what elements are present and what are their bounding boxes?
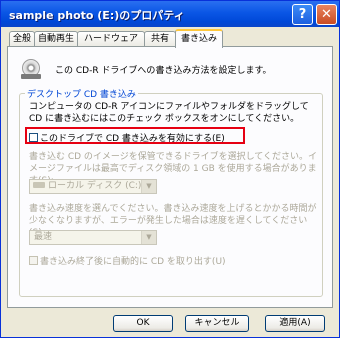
tab-hardware[interactable]: ハードウェア xyxy=(77,31,145,46)
write-speed-select-value: 最速 xyxy=(34,232,53,242)
chevron-down-icon[interactable]: ▼ xyxy=(141,231,156,244)
highlight-frame xyxy=(25,127,245,144)
window-title: sample photo (E:)のプロパティ xyxy=(9,9,185,22)
write-speed-select[interactable]: 最速 ▼ xyxy=(29,230,157,245)
auto-eject-checkbox[interactable] xyxy=(29,256,38,265)
image-drive-select-value: ローカル ディスク (C:) xyxy=(48,181,142,191)
close-button[interactable]: ✕ xyxy=(316,4,337,25)
apply-button[interactable]: 適用(A) xyxy=(265,315,325,332)
auto-eject-checkbox-row[interactable]: 書き込み終了後に自動的に CD を取り出す(U) xyxy=(29,254,226,267)
cancel-button[interactable]: キャンセル xyxy=(185,315,249,332)
properties-dialog: sample photo (E:)のプロパティ ? ✕ 全般 自動再生 ハードウ… xyxy=(0,0,340,338)
cd-drive-base-icon xyxy=(21,74,41,79)
local-disk-icon xyxy=(33,182,45,188)
ok-button[interactable]: OK xyxy=(113,315,173,332)
tab-autoplay[interactable]: 自動再生 xyxy=(34,31,78,46)
chevron-down-icon[interactable]: ▼ xyxy=(141,180,156,193)
group-description: コンピュータの CD-R アイコンにファイルやフォルダをドラッグして CD に書… xyxy=(29,102,309,124)
group-label: デスクトップ CD 書き込み xyxy=(25,87,138,100)
tab-recording[interactable]: 書き込み xyxy=(175,29,223,48)
intro-text: この CD-R ドライブへの書き込み方法を設定します。 xyxy=(55,66,272,76)
auto-eject-label[interactable]: 書き込み終了後に自動的に CD を取り出す(U) xyxy=(40,257,226,267)
tab-sharing[interactable]: 共有 xyxy=(144,31,176,46)
title-bar[interactable]: sample photo (E:)のプロパティ ? ✕ xyxy=(1,1,339,27)
image-drive-select[interactable]: ローカル ディスク (C:) ▼ xyxy=(29,179,157,194)
tab-general[interactable]: 全般 xyxy=(9,31,35,46)
help-button[interactable]: ? xyxy=(292,4,313,25)
